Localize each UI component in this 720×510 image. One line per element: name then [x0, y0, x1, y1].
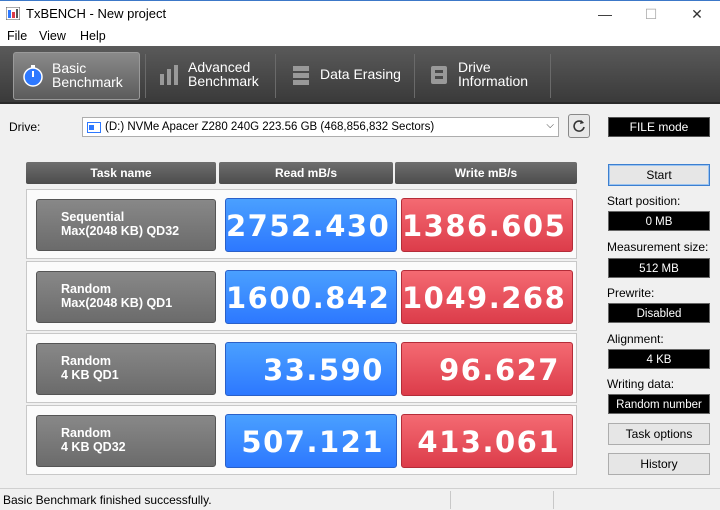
header-task-name: Task name: [26, 162, 216, 184]
measurement-size-label: Measurement size:: [607, 240, 709, 254]
tab-data-erasing-label: Data Erasing: [320, 66, 401, 82]
header-write: Write mB/s: [395, 162, 577, 184]
disk-icon: [87, 122, 101, 133]
status-divider: [450, 491, 451, 509]
alignment-value[interactable]: 4 KB: [608, 349, 710, 369]
status-divider: [553, 491, 554, 509]
menu-view[interactable]: View: [39, 29, 66, 43]
app-icon: [6, 7, 20, 20]
header-read: Read mB/s: [219, 162, 393, 184]
table-row: Random Max(2048 KB) QD1 1600.842 1049.268: [26, 261, 577, 331]
write-value: 96.627: [401, 342, 573, 396]
toolbar-divider: [275, 54, 276, 98]
menu-bar: File View Help: [0, 26, 720, 46]
history-button[interactable]: History: [608, 453, 710, 475]
drive-select-value: (D:) NVMe Apacer Z280 240G 223.56 GB (46…: [105, 121, 435, 133]
prewrite-label: Prewrite:: [607, 286, 655, 300]
start-position-label: Start position:: [607, 194, 681, 208]
read-value: 507.121: [225, 414, 397, 468]
toolbar-divider: [550, 54, 551, 98]
toolbar-divider: [414, 54, 415, 98]
drive-select[interactable]: (D:) NVMe Apacer Z280 240G 223.56 GB (46…: [82, 117, 559, 137]
task-options-button[interactable]: Task options: [608, 423, 710, 445]
refresh-icon: [573, 120, 585, 132]
task-button[interactable]: Random Max(2048 KB) QD1: [36, 271, 216, 323]
tab-drive-information-label: Drive Information: [458, 59, 529, 89]
writing-data-label: Writing data:: [607, 377, 675, 391]
file-mode-button[interactable]: FILE mode: [608, 117, 710, 137]
writing-data-value[interactable]: Random number: [608, 394, 710, 414]
tab-basic-benchmark[interactable]: Basic Benchmark: [13, 52, 140, 100]
start-button[interactable]: Start: [608, 164, 710, 186]
menu-file[interactable]: File: [7, 29, 27, 43]
toolbar-divider: [145, 54, 146, 98]
eraser-icon: [293, 66, 309, 85]
task-button[interactable]: Random 4 KB QD32: [36, 415, 216, 467]
write-value: 1386.605: [401, 198, 573, 252]
read-value: 2752.430: [225, 198, 397, 252]
task-button[interactable]: Random 4 KB QD1: [36, 343, 216, 395]
status-message: Basic Benchmark finished successfully.: [3, 493, 212, 507]
stopwatch-icon: [23, 65, 43, 87]
bar-chart-icon: [160, 65, 178, 85]
task-button[interactable]: Sequential Max(2048 KB) QD32: [36, 199, 216, 251]
drive-info-icon: [431, 66, 447, 84]
tab-basic-benchmark-label: Basic Benchmark: [52, 60, 123, 90]
maximize-button[interactable]: ☐: [628, 1, 674, 27]
table-row: Random 4 KB QD1 33.590 96.627: [26, 333, 577, 403]
read-value: 33.590: [225, 342, 397, 396]
chevron-down-icon: ⌵: [546, 120, 554, 131]
refresh-button[interactable]: [568, 114, 590, 138]
minimize-button[interactable]: —: [582, 1, 628, 27]
title-bar: TxBENCH - New project — ☐ ✕: [0, 0, 720, 26]
close-button[interactable]: ✕: [674, 1, 720, 27]
table-row: Random 4 KB QD32 507.121 413.061: [26, 405, 577, 475]
measurement-size-value[interactable]: 512 MB: [608, 258, 710, 278]
start-position-value[interactable]: 0 MB: [608, 211, 710, 231]
prewrite-value[interactable]: Disabled: [608, 303, 710, 323]
alignment-label: Alignment:: [607, 332, 664, 346]
menu-help[interactable]: Help: [80, 29, 106, 43]
write-value: 413.061: [401, 414, 573, 468]
write-value: 1049.268: [401, 270, 573, 324]
read-value: 1600.842: [225, 270, 397, 324]
main-toolbar: Basic Benchmark Advanced Benchmark Data Er…: [0, 46, 720, 104]
tab-advanced-benchmark[interactable]: Advanced Benchmark: [150, 52, 270, 100]
tab-data-erasing[interactable]: Data Erasing: [282, 52, 410, 100]
tab-advanced-benchmark-label: Advanced Benchmark: [188, 59, 259, 89]
window-title: TxBENCH - New project: [26, 6, 167, 21]
drive-label: Drive:: [9, 120, 41, 134]
results-table: Task name Read mB/s Write mB/s Sequentia…: [26, 162, 577, 475]
status-bar: Basic Benchmark finished successfully.: [0, 488, 720, 510]
table-row: Sequential Max(2048 KB) QD32 2752.430 138…: [26, 189, 577, 259]
tab-drive-information[interactable]: Drive Information: [420, 52, 546, 100]
